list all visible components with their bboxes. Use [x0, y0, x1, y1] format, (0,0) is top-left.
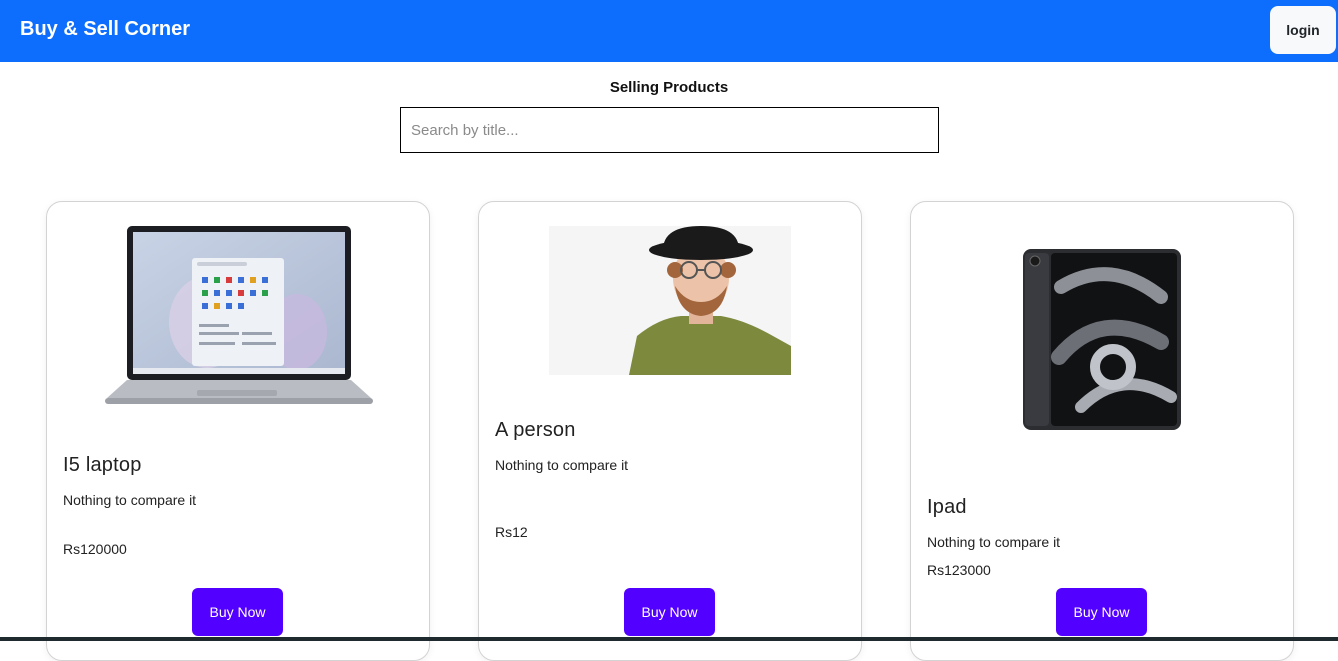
- product-price: Rs12: [495, 524, 528, 540]
- product-title: Ipad: [927, 496, 967, 518]
- navbar: Buy & Sell Corner login: [0, 0, 1338, 62]
- product-price: Rs123000: [927, 562, 991, 578]
- product-card: A person Nothing to compare it Rs12 Buy …: [478, 201, 862, 661]
- product-description: Nothing to compare it: [63, 492, 197, 508]
- product-description: Nothing to compare it: [495, 457, 629, 473]
- login-button[interactable]: login: [1270, 6, 1336, 54]
- ipad-image: [1021, 247, 1183, 432]
- product-title: I5 laptop: [63, 454, 142, 476]
- buy-now-button[interactable]: Buy Now: [624, 588, 715, 636]
- product-description: Nothing to compare it: [927, 534, 1061, 550]
- laptop-image: [97, 222, 377, 412]
- taskbar-edge: [0, 637, 1338, 641]
- product-card: I5 laptop Nothing to compare it Rs120000…: [46, 201, 430, 661]
- product-price: Rs120000: [63, 541, 127, 557]
- buy-now-button[interactable]: Buy Now: [192, 588, 283, 636]
- page-title: Selling Products: [609, 79, 729, 96]
- product-title: A person: [495, 419, 576, 441]
- brand-title[interactable]: Buy & Sell Corner: [20, 18, 190, 41]
- buy-now-button[interactable]: Buy Now: [1056, 588, 1147, 636]
- product-card: Ipad Nothing to compare it Rs123000 Buy …: [910, 201, 1294, 661]
- person-image: [549, 226, 791, 375]
- search-input[interactable]: [400, 107, 939, 153]
